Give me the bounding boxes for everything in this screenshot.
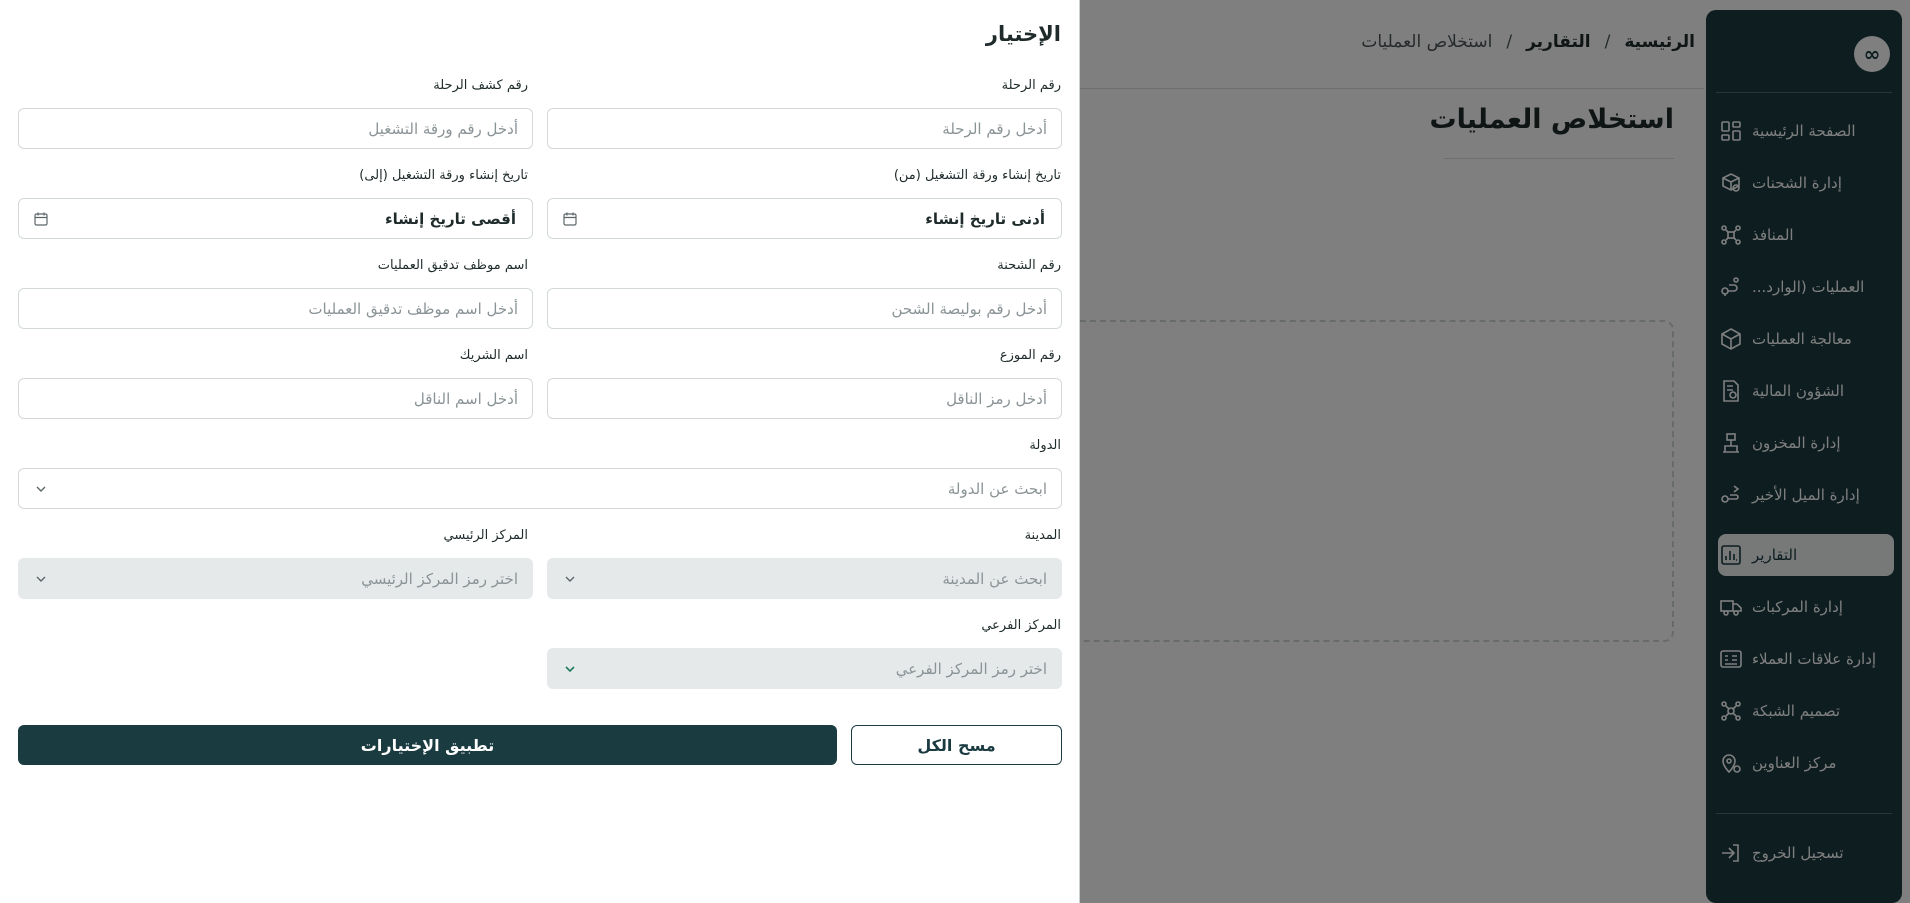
created-to-value: أقصى تاريخ إنشاء xyxy=(384,209,516,228)
main-center-select[interactable]: اختر رمز المركز الرئيسي xyxy=(18,558,533,599)
calendar-icon[interactable] xyxy=(562,211,578,227)
drawer-title: الإختيار xyxy=(985,22,1061,46)
auditor-name-label: اسم موظف تدقيق العمليات xyxy=(377,258,528,273)
shipment-number-input[interactable]: أدخل رقم بوليصة الشحن xyxy=(547,288,1062,329)
trip-sheet-number-input[interactable]: أدخل رقم ورقة التشغيل xyxy=(18,108,533,149)
created-from-value: أدنى تاريخ إنشاء xyxy=(925,209,1045,228)
main-center-placeholder: اختر رمز المركز الرئيسي xyxy=(361,569,518,588)
sub-center-placeholder: اختر رمز المركز الفرعي xyxy=(895,659,1047,678)
chevron-down-icon xyxy=(33,571,49,587)
trip-sheet-number-label: رقم كشف الرحلة xyxy=(433,78,528,93)
trip-number-placeholder: أدخل رقم الرحلة xyxy=(942,119,1047,138)
trip-sheet-number-placeholder: أدخل رقم ورقة التشغيل xyxy=(368,119,518,138)
distributor-number-input[interactable]: أدخل رمز الناقل xyxy=(547,378,1062,419)
trip-number-input[interactable]: أدخل رقم الرحلة xyxy=(547,108,1062,149)
city-placeholder: ابحث عن المدينة xyxy=(942,569,1047,588)
auditor-name-placeholder: أدخل اسم موظف تدقيق العمليات xyxy=(308,299,518,318)
trip-number-label: رقم الرحلة xyxy=(1001,78,1061,93)
auditor-name-input[interactable]: أدخل اسم موظف تدقيق العمليات xyxy=(18,288,533,329)
calendar-icon[interactable] xyxy=(33,211,49,227)
filter-drawer: الإختيار رقم الرحلة أدخل رقم الرحلة رقم … xyxy=(0,0,1080,903)
country-label: الدولة xyxy=(1029,438,1061,453)
city-select[interactable]: ابحث عن المدينة xyxy=(547,558,1062,599)
apply-filters-button[interactable]: تطبيق الإختيارات xyxy=(18,725,837,765)
created-to-label: تاريخ إنشاء ورقة التشغيل (إلى) xyxy=(359,168,528,183)
country-placeholder: ابحث عن الدولة xyxy=(947,479,1047,498)
chevron-down-icon xyxy=(33,481,49,497)
created-to-date-picker[interactable]: أقصى تاريخ إنشاء xyxy=(18,198,533,239)
shipment-number-placeholder: أدخل رقم بوليصة الشحن xyxy=(891,299,1047,318)
partner-name-input[interactable]: أدخل اسم الناقل xyxy=(18,378,533,419)
chevron-down-icon xyxy=(562,571,578,587)
chevron-down-icon xyxy=(562,661,578,677)
sub-center-label: المركز الفرعي xyxy=(981,618,1061,633)
main-center-label: المركز الرئيسي xyxy=(443,528,528,543)
sub-center-select[interactable]: اختر رمز المركز الفرعي xyxy=(547,648,1062,689)
partner-name-label: اسم الشريك xyxy=(459,348,528,363)
created-from-date-picker[interactable]: أدنى تاريخ إنشاء xyxy=(547,198,1062,239)
distributor-number-label: رقم الموزع xyxy=(999,348,1061,363)
city-label: المدينة xyxy=(1024,528,1061,543)
created-from-label: تاريخ إنشاء ورقة التشغيل (من) xyxy=(893,168,1061,183)
distributor-number-placeholder: أدخل رمز الناقل xyxy=(946,389,1047,408)
shipment-number-label: رقم الشحنة xyxy=(997,258,1061,273)
country-select[interactable]: ابحث عن الدولة xyxy=(18,468,1062,509)
clear-all-button[interactable]: مسح الكل xyxy=(851,725,1062,765)
partner-name-placeholder: أدخل اسم الناقل xyxy=(413,389,518,408)
